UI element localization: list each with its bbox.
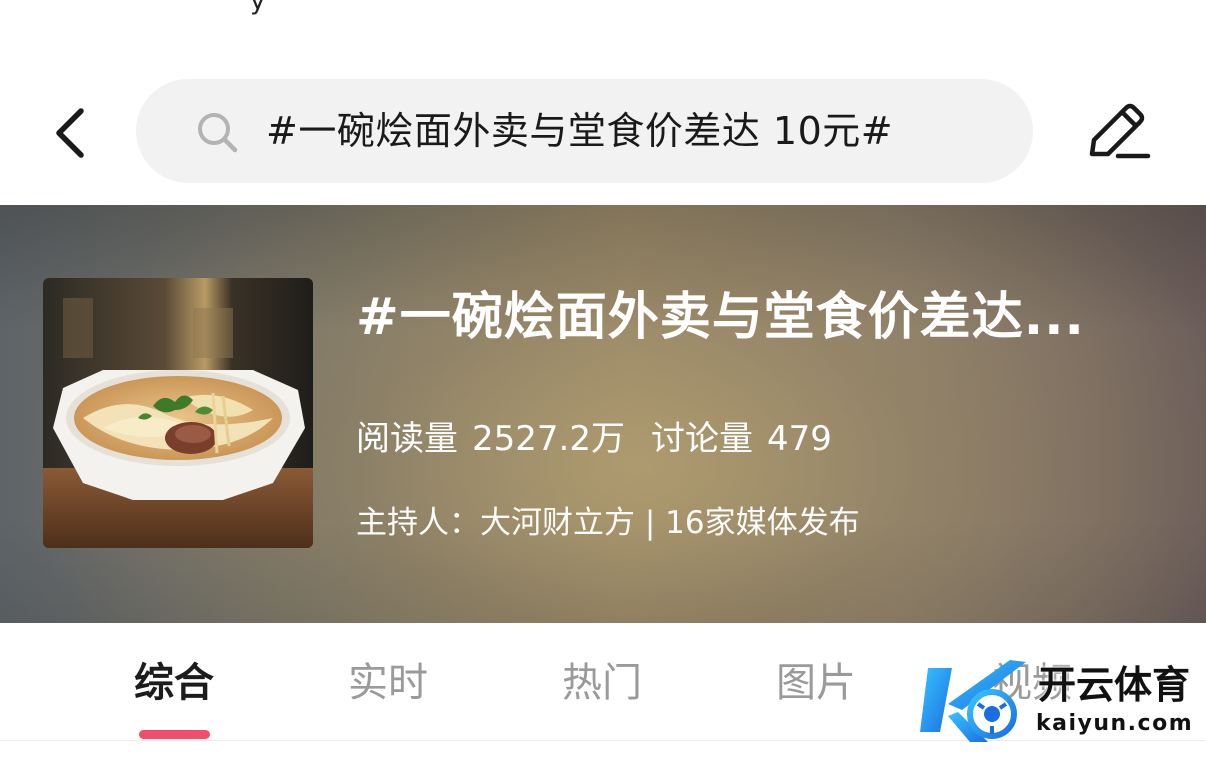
- search-bar[interactable]: #一碗烩面外卖与堂食价差达 10元#: [136, 79, 1033, 183]
- topic-host-line[interactable]: 主持人：大河财立方 | 16家媒体发布: [356, 501, 860, 545]
- pencil-icon: [1089, 103, 1151, 159]
- status-bar-fragment: y: [250, 0, 266, 16]
- topic-title: #一碗烩面外卖与堂食价差达...: [356, 288, 1085, 347]
- topic-cover-image[interactable]: [43, 278, 313, 548]
- chevron-left-icon: [56, 108, 84, 158]
- watermark: 开云体育 kaiyun.com: [918, 650, 1206, 750]
- tab-hot[interactable]: 热门: [532, 653, 672, 713]
- kaiyun-logo-icon: [920, 660, 1026, 742]
- topic-header-banner: #一碗烩面外卖与堂食价差达... 阅读量 2527.2万 讨论量 479 主持人：大河…: [0, 205, 1206, 623]
- discussion-count-label: 讨论量: [650, 419, 753, 459]
- tab-realtime[interactable]: 实时: [318, 653, 458, 713]
- search-icon: [198, 113, 238, 153]
- read-count: 2527.2万: [472, 419, 625, 459]
- topic-stats: 阅读量 2527.2万 讨论量 479: [356, 415, 846, 463]
- back-button[interactable]: [46, 102, 92, 164]
- read-count-label: 阅读量: [356, 419, 458, 459]
- active-tab-indicator: [139, 730, 210, 739]
- tab-images[interactable]: 图片: [746, 653, 886, 713]
- discussion-count: 479: [766, 419, 832, 459]
- top-bar: y #一碗烩面外卖与堂食价差达 10元#: [0, 0, 1206, 205]
- tab-comprehensive[interactable]: 综合: [104, 653, 244, 713]
- watermark-brand: 开云体育: [1038, 663, 1191, 707]
- topic-page: y #一碗烩面外卖与堂食价差达 10元# #一碗烩面外卖与堂食价差达... 阅读…: [0, 0, 1206, 761]
- search-query: #一碗烩面外卖与堂食价差达 10元#: [266, 109, 894, 153]
- watermark-url: kaiyun.com: [1036, 711, 1194, 736]
- edit-button[interactable]: [1082, 98, 1152, 164]
